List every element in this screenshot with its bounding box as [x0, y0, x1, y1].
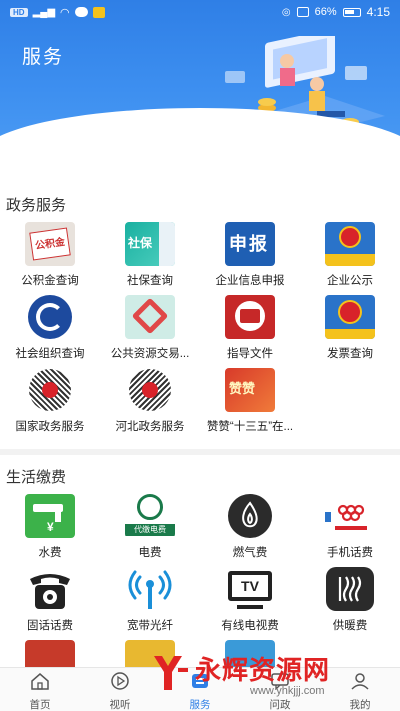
broadband-icon — [125, 567, 175, 611]
grid-label: 社会组织查询 — [15, 348, 85, 360]
social-org-icon — [25, 295, 75, 339]
national-gov-qr-icon — [25, 368, 75, 412]
section-title-gov: 政务服务 — [6, 197, 67, 214]
nav-home[interactable]: 首页 — [0, 668, 80, 711]
grid-item-water[interactable]: ¥ 水费 — [0, 494, 100, 560]
grid-item-landline[interactable]: 固话话费 — [0, 567, 100, 633]
enterprise-report-text: 申报 — [229, 234, 269, 254]
play-icon — [111, 672, 129, 690]
grid-item-social-org[interactable]: 社会组织查询 — [0, 295, 100, 361]
grid-label: 赞赞“十三五”在... — [206, 421, 294, 433]
electricity-icon: 代缴电费 — [125, 494, 175, 538]
battery-percent: 66% — [314, 6, 337, 18]
grid-item-public-resource[interactable]: 公共资源交易... — [100, 295, 200, 361]
public-resource-icon — [125, 295, 175, 339]
enterprise-report-icon: 申报 — [225, 222, 275, 266]
electricity-caption: 代缴电费 — [125, 524, 175, 536]
clock: 4:15 — [366, 5, 390, 19]
grid-label: 宽带光纤 — [127, 620, 173, 632]
home-icon — [31, 673, 49, 690]
nav-label: 视听 — [109, 699, 131, 711]
grid-label: 河北政务服务 — [115, 421, 185, 433]
guidance-doc-icon — [225, 295, 275, 339]
grid-label: 企业公示 — [327, 275, 373, 287]
grid-label: 国家政务服务 — [15, 421, 85, 433]
grid-label: 电费 — [138, 547, 162, 559]
grid-item-electricity[interactable]: 代缴电费 电费 — [100, 494, 200, 560]
grid-item-gas[interactable]: 燃气费 — [200, 494, 300, 560]
location-icon: ◎ — [281, 6, 291, 18]
grid-label: 公共资源交易... — [110, 348, 190, 360]
section-divider — [0, 449, 400, 455]
watermark-text: 永辉资源网 — [195, 655, 331, 685]
section-title-life: 生活缴费 — [6, 469, 67, 486]
app-notification-icon — [92, 6, 105, 18]
grid-item-hebei-gov[interactable]: 河北政务服务 — [100, 368, 200, 434]
social-security-text: 社保 — [128, 236, 153, 250]
grid-label: 发票查询 — [327, 348, 373, 360]
housing-fund-icon: 公积金 — [25, 222, 75, 266]
grid-item-tv[interactable]: TV 有线电视费 — [200, 567, 300, 633]
grid-item-promo[interactable]: 赞赞 赞赞“十三五”在... — [200, 368, 300, 434]
grid-label: 指导文件 — [227, 348, 273, 360]
promo-text: 赞赞 — [229, 381, 256, 396]
social-security-icon: 社保 — [125, 222, 175, 266]
water-icon: ¥ — [25, 494, 75, 538]
grid-item-housing-fund[interactable]: 公积金 公积金查询 — [0, 222, 100, 288]
page-title: 服务 — [22, 47, 65, 68]
nav-label: 首页 — [29, 699, 51, 711]
grid-item-national-gov[interactable]: 国家政务服务 — [0, 368, 100, 434]
grid-item-enterprise-report[interactable]: 申报 企业信息申报 — [200, 222, 300, 288]
housing-fund-text: 公积金 — [29, 227, 71, 261]
nav-media[interactable]: 视听 — [80, 668, 160, 711]
signal-icon: ▂▄▆ — [32, 6, 56, 18]
landline-icon — [25, 567, 75, 611]
grid-label: 固话话费 — [27, 620, 73, 632]
grid-label: 企业信息申报 — [215, 275, 285, 287]
grid-label: 有线电视费 — [221, 620, 279, 632]
hd-badge: HD — [10, 7, 28, 17]
grid-label: 公积金查询 — [21, 275, 79, 287]
tv-icon: TV — [225, 567, 275, 611]
tv-text: TV — [228, 571, 272, 601]
promo-banner-icon: 赞赞 — [225, 368, 275, 412]
grid-item-invoice[interactable]: 发票查询 — [300, 295, 400, 361]
status-bar: HD ▂▄▆ ◠ ◎ 66% 4:15 — [0, 0, 400, 24]
grid-label: 手机话费 — [327, 547, 373, 559]
message-icon — [74, 7, 88, 17]
grid-label: 水费 — [38, 547, 62, 559]
watermark-url: www.yhkjjj.com — [250, 685, 325, 697]
grid-label: 供暖费 — [332, 620, 368, 632]
grid-label: 燃气费 — [232, 547, 268, 559]
grid-item-mobile[interactable]: 手机话费 — [300, 494, 400, 560]
gas-flame-icon — [228, 494, 272, 538]
grid-item-enterprise-publicity[interactable]: 企业公示 — [300, 222, 400, 288]
vibrate-icon — [296, 7, 309, 17]
watermark-logo-icon — [154, 656, 188, 690]
grid-item-heating[interactable]: 供暖费 — [300, 567, 400, 633]
heating-icon — [326, 567, 374, 611]
invoice-icon — [325, 295, 375, 339]
header: HD ▂▄▆ ◠ ◎ 66% 4:15 服务 — [0, 0, 400, 150]
grid-item-broadband[interactable]: 宽带光纤 — [100, 567, 200, 633]
watermark: 永辉资源网 www.yhkjjj.com — [150, 640, 400, 711]
grid-item-social-security[interactable]: 社保 社保查询 — [100, 222, 200, 288]
hebei-gov-qr-icon — [125, 368, 175, 412]
enterprise-publicity-icon — [325, 222, 375, 266]
grid-item-guidance-doc[interactable]: 指导文件 — [200, 295, 300, 361]
grid-label: 社保查询 — [127, 275, 173, 287]
wifi-icon: ◠ — [60, 6, 70, 19]
battery-icon — [342, 7, 361, 17]
car-icon[interactable] — [25, 640, 75, 667]
mobile-icon — [325, 494, 375, 538]
